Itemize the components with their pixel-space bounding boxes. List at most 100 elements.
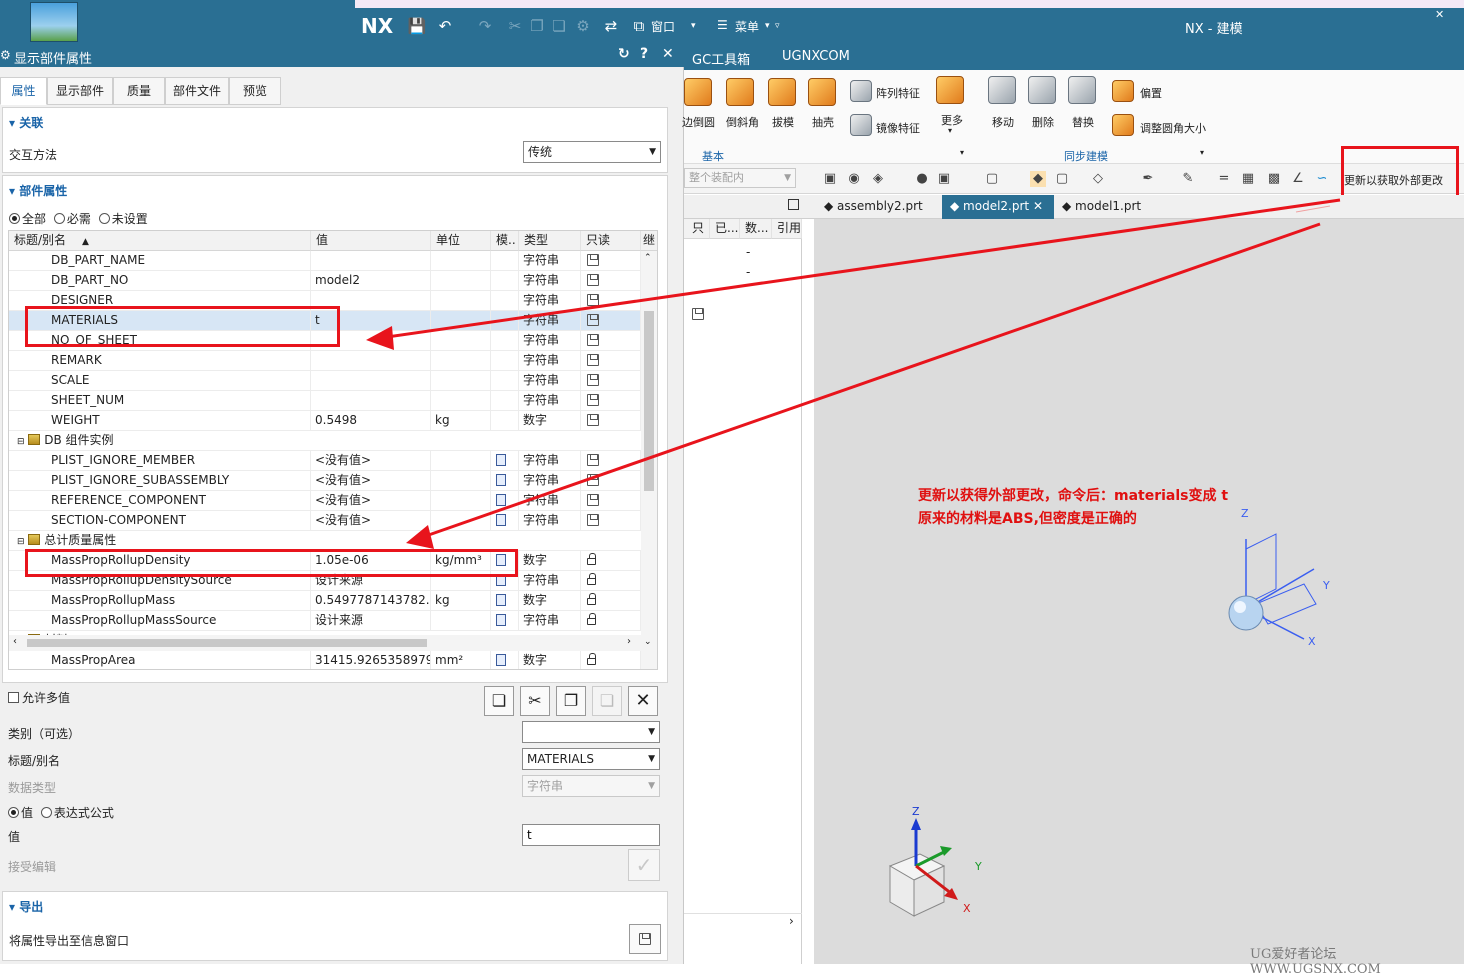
pattern-feature-button[interactable]: 阵列特征 — [876, 85, 920, 101]
attr-value[interactable]: <没有值> — [311, 451, 431, 471]
chevron-down-icon[interactable]: ▾ — [765, 21, 770, 31]
paste-icon[interactable]: ❏ — [549, 16, 569, 36]
save-icon[interactable]: 💾 — [407, 16, 427, 36]
attr-title[interactable]: SCALE — [9, 371, 311, 391]
nav-col-loaded[interactable]: 已... — [710, 219, 740, 239]
table-row[interactable]: REFERENCE_COMPONENT <没有值> 字符串 — [9, 491, 641, 511]
category-select[interactable]: ▼ — [522, 721, 660, 743]
col-inherit[interactable]: 继 — [641, 231, 657, 251]
model-datum-csys[interactable] — [1184, 509, 1344, 649]
col-readonly[interactable]: 只读 — [581, 231, 641, 251]
copy-icon[interactable]: ❐ — [527, 16, 547, 36]
col-template[interactable]: 模.. — [491, 231, 519, 251]
scroll-right-icon[interactable]: › — [627, 636, 631, 647]
col-value[interactable]: 值 — [311, 231, 431, 251]
attr-title[interactable]: MassPropRollupMassSource — [9, 611, 311, 631]
attr-title[interactable]: MassPropRollupMass — [9, 591, 311, 611]
nav-col-only[interactable]: 只 — [684, 219, 710, 239]
table-row[interactable]: MassPropRollupMass 0.5497787143782... kg 数字 — [9, 591, 641, 611]
attr-title[interactable]: REMARK — [9, 351, 311, 371]
collapse-icon[interactable]: ⊟ — [17, 437, 25, 447]
tab-attributes[interactable]: 属性 — [0, 77, 47, 105]
export-button[interactable] — [629, 924, 661, 954]
edge-blend-button[interactable]: 边倒圆 — [682, 114, 715, 130]
tab-preview[interactable]: 预览 — [229, 77, 281, 105]
selection-scope-select[interactable]: 整个装配内 ▼ — [684, 168, 796, 188]
attr-title[interactable]: DB_PART_NO — [9, 271, 311, 291]
table-row[interactable]: SCALE 字符串 — [9, 371, 641, 391]
attr-title[interactable]: REFERENCE_COMPONENT — [9, 491, 311, 511]
attr-title[interactable]: SECTION-COMPONENT — [9, 511, 311, 531]
move-face-icon[interactable] — [988, 76, 1016, 104]
window-icon[interactable]: ⧉ — [629, 16, 649, 36]
datatype-select[interactable]: 字符串 ▼ — [522, 775, 660, 797]
scroll-thumb[interactable] — [644, 311, 654, 491]
resize-blend-button[interactable]: 调整圆角大小 — [1140, 120, 1206, 136]
view-cube-icon[interactable]: ▢ — [984, 171, 1000, 187]
pattern-feature-icon[interactable] — [850, 80, 872, 102]
table-row[interactable]: PLIST_IGNORE_MEMBER <没有值> 字符串 — [9, 451, 641, 471]
accept-edit-button[interactable]: ✓ — [628, 849, 660, 881]
scroll-right-icon[interactable]: › — [789, 914, 794, 928]
attr-value[interactable]: <没有值> — [311, 511, 431, 531]
tab-part-file[interactable]: 部件文件 — [165, 77, 229, 105]
chevron-down-icon[interactable]: ▾ — [1200, 148, 1204, 157]
part-icon[interactable]: ▣ — [936, 171, 952, 187]
collapse-icon[interactable]: ⊟ — [17, 537, 25, 547]
mirror-feature-button[interactable]: 镜像特征 — [876, 120, 920, 136]
tab-model2[interactable]: ◆ model2.prt ✕ — [942, 195, 1054, 219]
radio-all[interactable]: 全部 — [9, 212, 46, 226]
window-menu[interactable]: 窗口 — [651, 18, 675, 35]
table-row[interactable]: PLIST_IGNORE_SUBASSEMBLY <没有值> 字符串 — [9, 471, 641, 491]
menu-gc-toolbox[interactable]: GC工具箱 — [692, 49, 750, 68]
group-row[interactable]: ⊟ 总计质量属性 — [9, 531, 641, 551]
measure-icon[interactable]: ✎ — [1180, 171, 1196, 187]
maximize-icon[interactable] — [788, 199, 799, 210]
radio-required[interactable]: 必需 — [53, 212, 91, 226]
attr-title[interactable]: PLIST_IGNORE_MEMBER — [9, 451, 311, 471]
attr-value[interactable]: model2 — [311, 271, 431, 291]
table-row[interactable]: MassPropArea 31415.9265358979 mm² 数字 — [9, 651, 641, 669]
angle-icon[interactable]: ∠ — [1290, 171, 1306, 187]
scroll-up-icon[interactable]: ⌃ — [644, 253, 652, 263]
snap-icon[interactable]: ▣ — [822, 171, 838, 187]
reset-icon[interactable]: ↻ — [618, 46, 630, 62]
col-title[interactable]: 标题/别名 ▲ — [9, 231, 311, 251]
table-horizontal-scrollbar[interactable]: ‹ › — [9, 635, 641, 651]
tab-model1[interactable]: ◆ model1.prt — [1054, 195, 1164, 219]
table-row[interactable]: SHEET_NUM 字符串 — [9, 391, 641, 411]
draft-button[interactable]: 拔模 — [772, 114, 794, 130]
allow-multi-checkbox[interactable]: 允许多值 — [8, 689, 70, 706]
close-icon[interactable]: ✕ — [1435, 8, 1464, 21]
equals-icon[interactable]: = — [1216, 171, 1232, 187]
draft-icon[interactable] — [768, 78, 796, 106]
attr-title[interactable]: PLIST_IGNORE_SUBASSEMBLY — [9, 471, 311, 491]
attr-value[interactable] — [311, 371, 431, 391]
scroll-down-icon[interactable]: ⌄ — [644, 637, 652, 647]
offset-region-button[interactable]: 偏置 — [1140, 85, 1162, 101]
col-unit[interactable]: 单位 — [431, 231, 491, 251]
shaded-icon[interactable]: ◆ — [1030, 171, 1046, 187]
replace-face-icon[interactable] — [1068, 76, 1096, 104]
shell-icon[interactable] — [808, 78, 836, 106]
offset-region-icon[interactable] — [1112, 80, 1134, 102]
delete-face-icon[interactable] — [1028, 76, 1056, 104]
graphics-viewport[interactable]: 更新以获得外部更改，命令后：materials变成 t 原来的材料是ABS,但密… — [814, 219, 1464, 964]
more-icon[interactable] — [936, 76, 964, 104]
attr-value[interactable]: 设计来源 — [311, 611, 431, 631]
tab-mass[interactable]: 质量 — [113, 77, 165, 105]
attr-value[interactable]: <没有值> — [311, 491, 431, 511]
paste-icon[interactable]: ❏ — [592, 686, 622, 716]
switch-icon[interactable]: ⇄ — [601, 16, 621, 36]
attr-value[interactable]: 31415.9265358979 — [311, 651, 431, 669]
edge-blend-icon[interactable] — [684, 78, 712, 106]
radio-unset[interactable]: 未设置 — [98, 212, 148, 226]
table-vertical-scrollbar[interactable]: ⌃ ⌄ — [641, 251, 657, 669]
wireframe-icon[interactable]: ▢ — [1054, 171, 1070, 187]
table-row[interactable]: MassPropRollupMassSource 设计来源 字符串 — [9, 611, 641, 631]
tab-display-part[interactable]: 显示部件 — [47, 77, 113, 105]
attr-title[interactable]: MassPropArea — [9, 651, 311, 669]
assembly-icon[interactable]: ▩ — [1266, 171, 1282, 187]
section-part-attributes[interactable]: ▾ 部件属性 — [9, 182, 67, 199]
select-icon[interactable]: ◈ — [870, 171, 886, 187]
